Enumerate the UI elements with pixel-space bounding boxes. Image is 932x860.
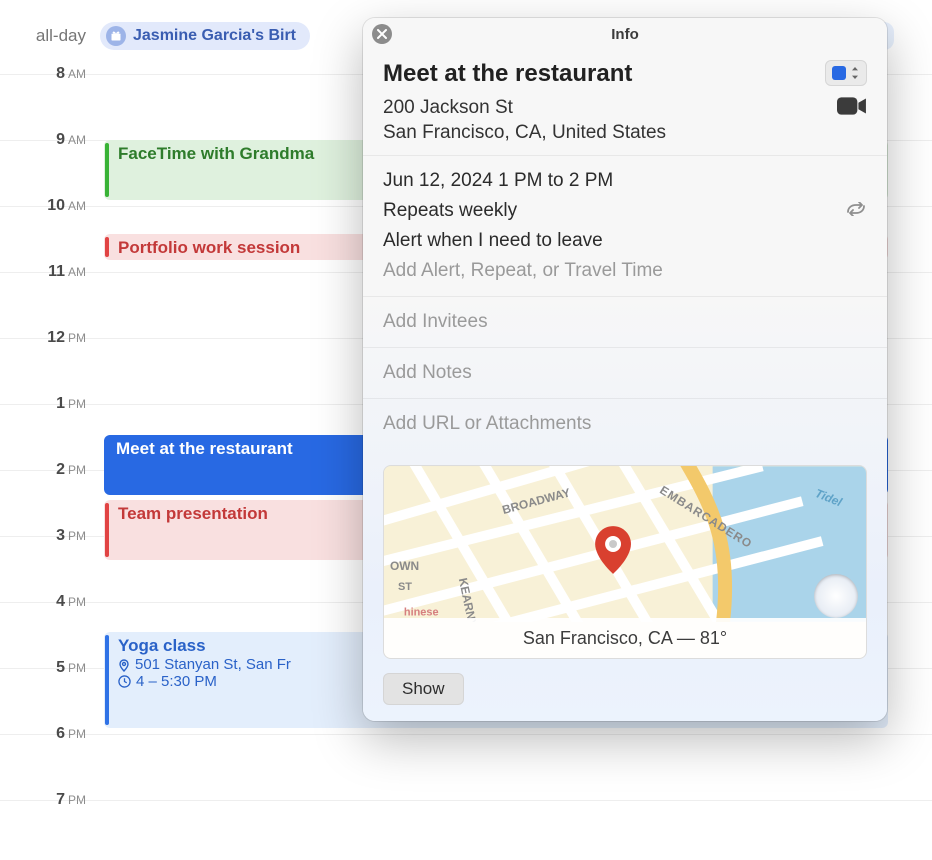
calendar-app: all-day Jasmine Garcia's Birt 8AM 9AM 10… <box>0 0 932 860</box>
event-title-field[interactable]: Meet at the restaurant <box>383 60 666 88</box>
chevron-updown-icon <box>850 67 860 79</box>
hour-label: 5PM <box>0 659 100 677</box>
hour-label: 2PM <box>0 461 100 479</box>
hour-label: 3PM <box>0 527 100 545</box>
event-location-field[interactable]: 200 Jackson St San Francisco, CA, United… <box>383 96 666 145</box>
event-info-popover: Info Meet at the restaurant 200 Jackson … <box>363 18 887 721</box>
hour-label: 4PM <box>0 593 100 611</box>
event-title: Portfolio work session <box>118 238 300 257</box>
add-url-attachments[interactable]: Add URL or Attachments <box>363 399 887 449</box>
allday-label: all-day <box>0 26 100 46</box>
event-repeat[interactable]: Repeats weekly <box>383 200 517 222</box>
event-datetime[interactable]: Jun 12, 2024 1 PM to 2 PM <box>383 166 867 196</box>
svg-text:hinese: hinese <box>404 607 439 619</box>
hour-label: 8AM <box>0 65 100 83</box>
popover-header-section: Meet at the restaurant 200 Jackson St Sa… <box>363 50 887 156</box>
add-notes[interactable]: Add Notes <box>363 348 887 399</box>
hour-label: 12PM <box>0 329 100 347</box>
color-swatch <box>832 66 846 80</box>
event-time: 4 – 5:30 PM <box>136 673 217 690</box>
map-canvas: BROADWAY KEARNY OWN ST EMBARCADERO Tidel… <box>384 466 866 622</box>
calendar-color-button[interactable] <box>825 60 867 86</box>
repeat-icon <box>845 200 867 222</box>
clock-icon <box>118 675 131 688</box>
event-alert[interactable]: Alert when I need to leave <box>383 226 867 256</box>
gift-icon <box>106 26 126 46</box>
svg-text:OWN: OWN <box>390 559 419 573</box>
hour-label: 7PM <box>0 791 100 809</box>
allday-event-pill[interactable]: Jasmine Garcia's Birt <box>100 22 310 50</box>
map-caption: San Francisco, CA — 81° <box>384 618 866 658</box>
popover-actions-section: Add Invitees Add Notes Add URL or Attach… <box>363 297 887 721</box>
hour-label: 10AM <box>0 197 100 215</box>
close-button[interactable] <box>372 24 392 44</box>
event-location: 501 Stanyan St, San Fr <box>135 656 291 673</box>
video-icon[interactable] <box>837 96 867 121</box>
close-icon <box>377 29 387 39</box>
event-title: FaceTime with Grandma <box>118 144 314 163</box>
popover-time-section: Jun 12, 2024 1 PM to 2 PM Repeats weekly… <box>363 156 887 297</box>
show-button[interactable]: Show <box>383 673 464 705</box>
map-preview[interactable]: BROADWAY KEARNY OWN ST EMBARCADERO Tidel… <box>383 465 867 659</box>
pin-icon <box>118 658 130 672</box>
event-title: Team presentation <box>118 504 268 523</box>
add-alert-repeat-travel[interactable]: Add Alert, Repeat, or Travel Time <box>383 256 867 286</box>
hour-label: 9AM <box>0 131 100 149</box>
popover-title: Info <box>611 26 639 43</box>
svg-text:ST: ST <box>398 581 412 593</box>
map-section: BROADWAY KEARNY OWN ST EMBARCADERO Tidel… <box>363 449 887 659</box>
allday-event-title: Jasmine Garcia's Birt <box>133 27 296 45</box>
add-invitees[interactable]: Add Invitees <box>363 297 887 348</box>
popover-titlebar: Info <box>363 18 887 50</box>
event-title: Meet at the restaurant <box>116 439 293 458</box>
hour-label: 6PM <box>0 725 100 743</box>
popover-footer: Show <box>363 659 887 721</box>
hour-label: 1PM <box>0 395 100 413</box>
hour-label: 11AM <box>0 263 100 281</box>
